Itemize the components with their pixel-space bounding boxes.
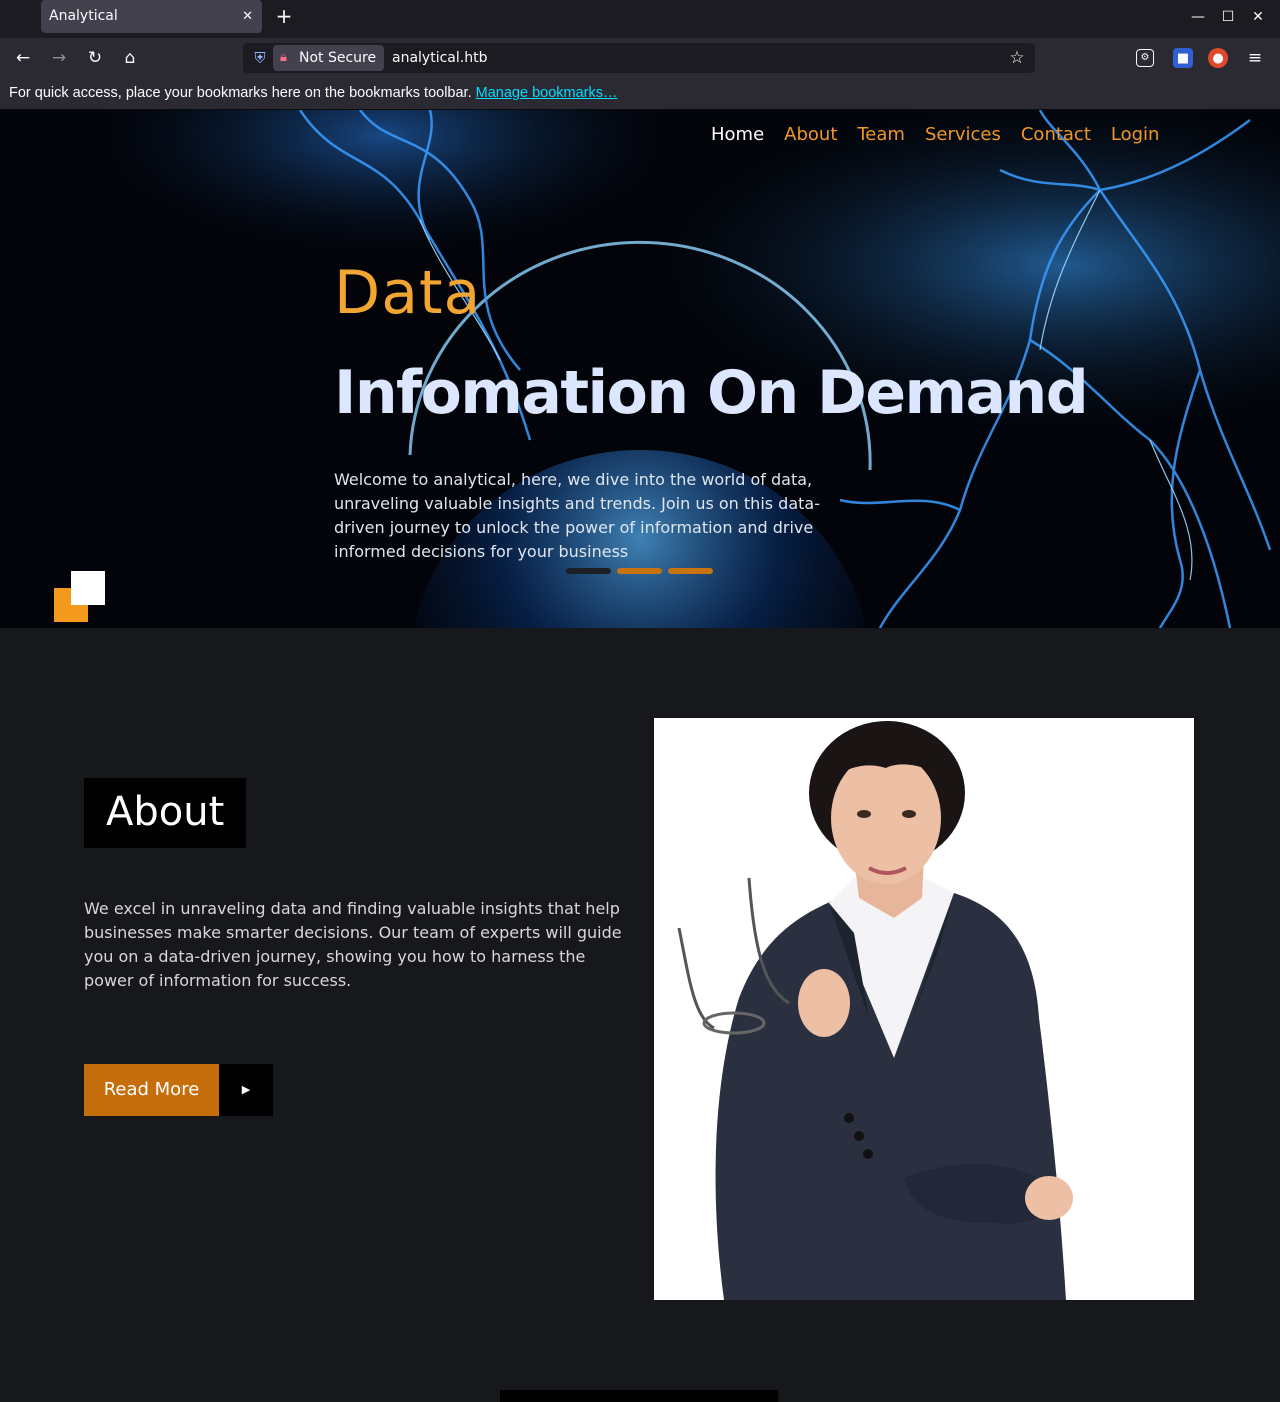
foxyproxy-extension-icon[interactable]: ●	[1208, 48, 1228, 68]
new-tab-button[interactable]: +	[274, 4, 294, 28]
bitwarden-extension-icon[interactable]: ■	[1173, 48, 1193, 68]
url-bar[interactable]: ⛨ 🔒︎ Not Secure analytical.htb ☆	[243, 43, 1035, 73]
browser-navbar: ← → ↻ ⌂ ⛨ 🔒︎ Not Secure analytical.htb ☆…	[0, 38, 1280, 78]
close-tab-icon[interactable]: ✕	[242, 0, 253, 33]
hero-description: Welcome to analytical, here, we dive int…	[334, 470, 820, 561]
forward-icon[interactable]: →	[47, 46, 71, 70]
site-nav-menu: Home About Team Services Contact Login	[711, 122, 1179, 148]
home-icon[interactable]: ⌂	[118, 46, 142, 70]
maximize-icon[interactable]: ☐	[1218, 7, 1238, 27]
nav-about[interactable]: About	[784, 122, 837, 148]
about-text: We excel in unraveling data and finding …	[84, 899, 622, 990]
slider-dot[interactable]	[566, 568, 611, 574]
extensions-puzzle-icon[interactable]: ⚙	[1136, 49, 1154, 67]
businesswoman-photo	[654, 718, 1194, 1300]
minimize-icon[interactable]: —	[1188, 7, 1208, 27]
nav-services[interactable]: Services	[925, 122, 1001, 148]
slider-dot[interactable]	[668, 568, 713, 574]
nav-team[interactable]: Team	[857, 122, 905, 148]
security-label: Not Secure	[299, 50, 377, 66]
about-heading-box: About	[84, 778, 246, 848]
site-security-button[interactable]: 🔒︎ Not Secure	[273, 45, 385, 71]
bookmarks-toolbar: For quick access, place your bookmarks h…	[0, 78, 1280, 110]
url-text[interactable]: analytical.htb	[392, 43, 487, 73]
play-arrow-icon: ▶	[219, 1064, 273, 1116]
tab-title: Analytical	[49, 8, 118, 24]
logo-white-square	[71, 571, 105, 605]
bookmarks-hint: For quick access, place your bookmarks h…	[9, 85, 472, 101]
hamburger-menu-icon[interactable]: ≡	[1243, 46, 1267, 70]
nav-contact[interactable]: Contact	[1021, 122, 1091, 148]
insecure-lock-icon: 🔒︎	[280, 50, 287, 65]
nav-home[interactable]: Home	[711, 122, 764, 148]
read-more-button[interactable]: Read More ▶	[84, 1064, 273, 1116]
nav-login[interactable]: Login	[1111, 122, 1160, 148]
about-title: About	[106, 789, 225, 835]
reload-icon[interactable]: ↻	[83, 46, 107, 70]
next-section-heading-box	[500, 1390, 778, 1402]
bookmark-star-icon[interactable]: ☆	[1006, 46, 1028, 70]
browser-tabbar: Analytical ✕ + — ☐ ✕	[0, 0, 1280, 38]
browser-tab[interactable]: Analytical ✕	[41, 0, 262, 33]
back-icon[interactable]: ←	[11, 46, 35, 70]
slider-indicators	[566, 568, 713, 574]
hero-title: Infomation On Demand	[334, 358, 1089, 428]
slider-dot[interactable]	[617, 568, 662, 574]
manage-bookmarks-link[interactable]: Manage bookmarks…	[476, 85, 618, 101]
read-more-label: Read More	[84, 1064, 219, 1116]
site-logo[interactable]	[54, 571, 106, 623]
hero-section: Home About Team Services Contact Login D…	[0, 110, 1280, 628]
window-close-icon[interactable]: ✕	[1248, 7, 1268, 27]
hero-kicker: Data	[334, 258, 482, 328]
tracking-shield-icon[interactable]: ⛨	[251, 48, 269, 68]
